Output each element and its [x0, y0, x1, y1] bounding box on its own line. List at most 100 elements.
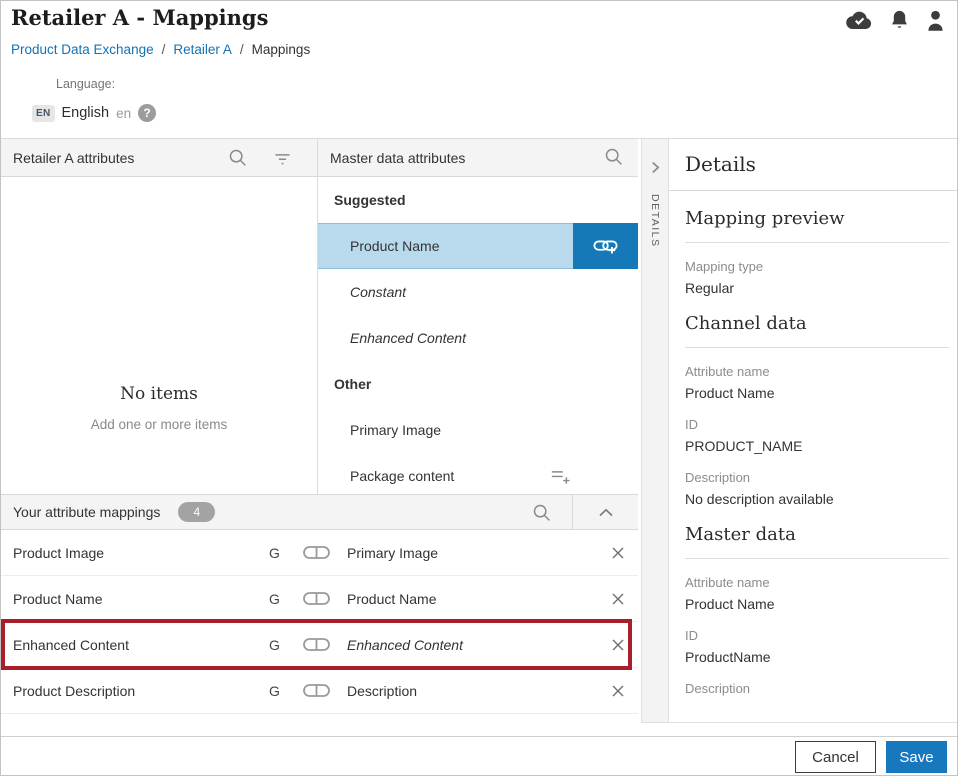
breadcrumb-mappings: Mappings	[252, 42, 311, 57]
header-actions	[846, 9, 945, 31]
master-item-primary-image[interactable]: Primary Image	[318, 407, 638, 453]
section-suggested: Suggested	[318, 177, 638, 223]
user-icon[interactable]	[926, 9, 945, 31]
remove-mapping-icon[interactable]	[611, 638, 625, 652]
mapping-source: Product Image	[13, 545, 104, 561]
field-label: Attribute name	[685, 575, 949, 590]
cloud-sync-icon[interactable]	[846, 11, 873, 30]
mapping-source: Product Description	[13, 683, 135, 699]
attribute-mappings-header: Your attribute mappings 4	[1, 494, 638, 530]
mapping-target: Product Name	[347, 591, 436, 607]
section-channel-data: Channel data	[685, 313, 949, 348]
create-mapping-button[interactable]	[573, 223, 638, 269]
master-attributes-header: Master data attributes	[318, 139, 638, 177]
breadcrumb: Product Data Exchange / Retailer A / Map…	[11, 42, 310, 57]
mapping-flag: G	[269, 591, 280, 607]
field-value: No description available	[685, 491, 949, 507]
mapping-target: Description	[347, 683, 417, 699]
empty-state: No items Add one or more items	[1, 384, 317, 432]
search-icon[interactable]	[227, 147, 248, 168]
field-label: Description	[685, 470, 949, 485]
mapping-target: Primary Image	[347, 545, 438, 561]
field-label: Mapping type	[685, 259, 949, 274]
section-other: Other	[318, 361, 638, 407]
mappings-count-badge: 4	[178, 502, 215, 522]
mapping-flag: G	[269, 683, 280, 699]
master-item-label: Product Name	[350, 238, 439, 254]
field-value: Product Name	[685, 596, 949, 612]
retailer-attributes-header: Retailer A attributes	[1, 139, 317, 177]
mapping-target: Enhanced Content	[347, 637, 463, 653]
master-attributes-title: Master data attributes	[318, 150, 465, 166]
details-title: Details	[669, 139, 958, 191]
details-panel: Details Mapping preview Mapping type Reg…	[669, 139, 958, 723]
mapping-link-icon	[303, 637, 330, 652]
mapping-row-product-image[interactable]: Product Image G Primary Image	[1, 530, 638, 576]
attribute-mappings-panel: Your attribute mappings 4 Product Image …	[1, 494, 638, 723]
footer-actions: Cancel Save	[1, 736, 957, 776]
notifications-icon[interactable]	[890, 9, 909, 31]
master-item-label: Package content	[350, 468, 454, 484]
help-icon[interactable]	[138, 104, 156, 122]
details-rail[interactable]: DETAILS	[641, 139, 669, 723]
app-window: Retailer A - Mappings Product Data Excha…	[0, 0, 958, 776]
field-label: Description	[685, 681, 949, 696]
add-mapping-icon[interactable]	[550, 468, 570, 484]
save-button[interactable]: Save	[886, 741, 947, 773]
field-label: Attribute name	[685, 364, 949, 379]
mapping-row-product-name[interactable]: Product Name G Product Name	[1, 576, 638, 622]
remove-mapping-icon[interactable]	[611, 546, 625, 560]
section-master-data: Master data	[685, 524, 949, 559]
master-item-package-content[interactable]: Package content	[318, 453, 638, 494]
link-create-icon	[593, 238, 618, 255]
field-value: PRODUCT_NAME	[685, 438, 949, 454]
breadcrumb-retailer-a[interactable]: Retailer A	[173, 42, 232, 57]
master-item-label: Primary Image	[350, 422, 441, 438]
mapping-flag: G	[269, 637, 280, 653]
master-item-label: Constant	[350, 284, 406, 300]
field-value: ProductName	[685, 649, 949, 665]
collapse-mappings-button[interactable]	[572, 495, 638, 529]
mapping-flag: G	[269, 545, 280, 561]
master-attributes-panel: Master data attributes Suggested Product…	[317, 139, 638, 494]
language-locale: en	[116, 106, 131, 121]
mapping-source: Product Name	[13, 591, 102, 607]
details-rail-label: DETAILS	[649, 194, 661, 247]
page-title: Retailer A - Mappings	[11, 5, 268, 30]
search-icon[interactable]	[531, 502, 552, 523]
field-label: ID	[685, 417, 949, 432]
mapping-source: Enhanced Content	[13, 637, 129, 653]
language-selector[interactable]: EN English en	[32, 104, 156, 122]
field-label: ID	[685, 628, 949, 643]
search-icon[interactable]	[603, 146, 624, 167]
cancel-button[interactable]: Cancel	[795, 741, 876, 773]
remove-mapping-icon[interactable]	[611, 684, 625, 698]
master-item-product-name[interactable]: Product Name	[318, 223, 638, 269]
mapping-link-icon	[303, 683, 330, 698]
master-item-constant[interactable]: Constant	[318, 269, 638, 315]
section-mapping-preview: Mapping preview	[685, 208, 949, 243]
chevron-right-icon[interactable]	[649, 161, 662, 174]
retailer-attributes-panel: Retailer A attributes No items Add one o…	[1, 139, 317, 494]
language-label: Language:	[56, 77, 115, 91]
field-value: Regular	[685, 280, 949, 296]
breadcrumb-separator: /	[240, 42, 244, 57]
empty-state-subtitle: Add one or more items	[1, 417, 317, 432]
mapping-row-product-description[interactable]: Product Description G Description	[1, 668, 638, 714]
remove-mapping-icon[interactable]	[611, 592, 625, 606]
mapping-row-enhanced-content[interactable]: Enhanced Content G Enhanced Content	[1, 622, 638, 668]
master-item-label: Enhanced Content	[350, 330, 466, 346]
breadcrumb-separator: /	[162, 42, 166, 57]
field-value: Product Name	[685, 385, 949, 401]
language-code-badge: EN	[32, 105, 55, 122]
chevron-up-icon	[599, 508, 613, 517]
mappings-rows: Product Image G Primary Image Product Na…	[1, 530, 638, 714]
filter-icon[interactable]	[272, 147, 293, 168]
attribute-mappings-title: Your attribute mappings	[1, 504, 160, 520]
master-item-enhanced-content[interactable]: Enhanced Content	[318, 315, 638, 361]
empty-state-title: No items	[1, 384, 317, 404]
breadcrumb-product-data-exchange[interactable]: Product Data Exchange	[11, 42, 154, 57]
language-name: English	[62, 105, 110, 121]
mapping-link-icon	[303, 591, 330, 606]
mapping-link-icon	[303, 545, 330, 560]
